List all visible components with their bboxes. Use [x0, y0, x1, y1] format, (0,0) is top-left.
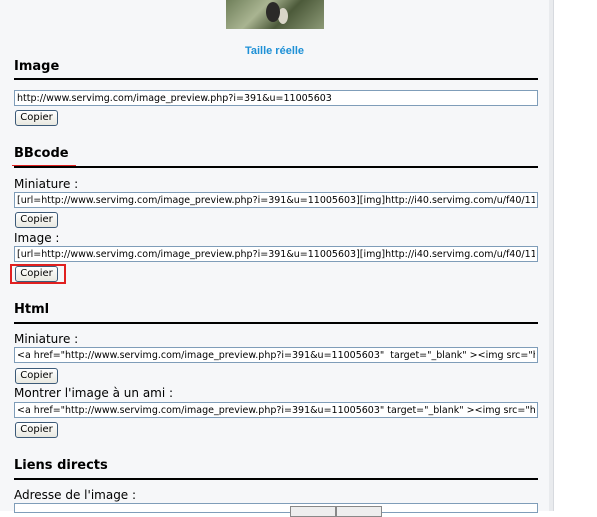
direct-address-field[interactable] [14, 503, 538, 513]
section-heading-bbcode: BBcode [14, 146, 69, 161]
browse-button-partial[interactable] [290, 506, 336, 517]
section-divider [14, 322, 538, 324]
section-heading-image: Image [14, 59, 60, 74]
download-button-partial[interactable] [336, 506, 382, 517]
html-friend-label: Montrer l'image à un ami : [14, 386, 174, 400]
html-thumb-label: Miniature : [14, 332, 79, 346]
bbcode-thumb-field[interactable] [14, 192, 538, 208]
copy-image-url-button[interactable]: Copier [15, 110, 58, 126]
section-divider [14, 478, 538, 480]
section-heading-html: Html [14, 302, 50, 317]
direct-address-label: Adresse de l'image : [14, 488, 137, 502]
full-size-link[interactable]: Taille réelle [0, 45, 549, 57]
scrollbar-track[interactable] [549, 0, 554, 511]
bbcode-image-field[interactable] [14, 246, 538, 262]
copy-bbcode-thumb-button[interactable]: Copier [15, 212, 58, 228]
copy-html-friend-button[interactable]: Copier [15, 422, 58, 438]
html-thumb-field[interactable] [14, 347, 538, 363]
section-heading-direct-links: Liens directs [14, 458, 108, 473]
section-divider [14, 78, 538, 80]
image-url-field[interactable] [14, 90, 538, 106]
bbcode-thumb-label: Miniature : [14, 177, 79, 191]
html-friend-field[interactable] [14, 402, 538, 418]
bbcode-image-label: Image : [14, 231, 60, 245]
section-divider [14, 166, 538, 168]
image-thumbnail[interactable] [226, 0, 324, 29]
copy-html-thumb-button[interactable]: Copier [15, 368, 58, 384]
highlight-box [10, 264, 66, 284]
